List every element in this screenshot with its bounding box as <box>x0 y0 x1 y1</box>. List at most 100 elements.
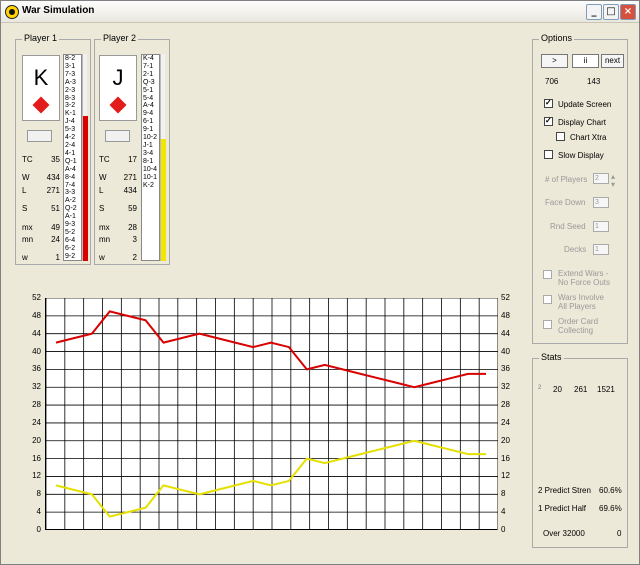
deck-card: 7-3 <box>65 70 76 78</box>
predict-stren-value: 60.6% <box>599 486 622 495</box>
deck-card: 2-3 <box>65 86 76 94</box>
player-1-s-value: 51 <box>51 204 60 213</box>
order-card-label-2: Collecting <box>558 326 594 335</box>
player-2-w-label: W <box>99 173 107 182</box>
player-1-l-label: L <box>22 186 27 195</box>
player-1-label: Player 1 <box>22 33 60 43</box>
predict-half-value: 69.6% <box>599 504 622 513</box>
rnd-seed-input[interactable]: 1 <box>593 221 609 232</box>
deck-card: K-4 <box>143 55 154 62</box>
radiation-icon <box>5 5 19 19</box>
slow-display-label: Slow Display <box>558 151 604 160</box>
update-screen-label: Update Screen <box>558 100 612 109</box>
right-y-tick-label: 0 <box>501 525 506 534</box>
player-2-w-small-value: 2 <box>132 253 137 262</box>
player-1-mn-value: 24 <box>51 235 60 244</box>
player-1-deck-list[interactable]: 8-2 3-1 7-3 A-3 2-3 8-3 3-2 K-1 J-4 5-3 4-2 2-4 4-1 Q… <box>63 54 82 261</box>
deck-card: 2-1 <box>143 70 154 78</box>
deck-card: 10-2 <box>143 134 158 142</box>
player-2-card-rank: J <box>112 65 124 90</box>
player-1-strength-bar <box>82 54 88 261</box>
players-label: # of Players <box>545 175 588 184</box>
next-button[interactable]: next <box>601 54 624 68</box>
player-1-card-rank: K <box>33 65 49 90</box>
wars-involve-label-2: All Players <box>558 302 596 311</box>
player-2-mx-value: 28 <box>128 223 137 232</box>
right-y-tick-label: 44 <box>501 328 510 338</box>
player-1-s-label: S <box>22 204 28 213</box>
player-1-l-value: 271 <box>46 186 60 195</box>
player-2-s-label: S <box>99 204 105 213</box>
options-group: Options > ii next 706 143 Update Screen … <box>532 33 628 344</box>
display-chart-checkbox[interactable] <box>544 116 553 126</box>
options-label: Options <box>539 33 575 43</box>
players-stepper-down-icon[interactable]: ▾ <box>611 180 615 189</box>
deck-card: 9-1 <box>143 126 154 134</box>
diamond-icon <box>32 96 50 114</box>
left-y-tick-label: 8 <box>36 489 41 499</box>
player-1-button[interactable] <box>27 130 52 142</box>
left-y-tick-label: 4 <box>36 507 41 517</box>
order-card-checkbox[interactable] <box>543 320 552 329</box>
player-2-button[interactable] <box>105 130 130 142</box>
extend-wars-checkbox[interactable] <box>543 270 552 279</box>
player-2-s-value: 59 <box>128 204 137 213</box>
predict-stren-label: 2 Predict Stren <box>538 486 591 495</box>
left-y-tick-label: 40 <box>32 346 41 356</box>
deck-card: 9-4 <box>143 110 154 118</box>
stats-row-value-3: 261 <box>574 385 588 394</box>
deck-card: 3-2 <box>65 102 76 110</box>
deck-card: A-3 <box>65 78 76 86</box>
deck-card: 6-4 <box>65 236 76 244</box>
close-button[interactable]: × <box>620 4 636 20</box>
left-y-tick-label: 28 <box>32 400 41 410</box>
player-2-strength-bar <box>160 54 166 261</box>
chart-xtra-checkbox[interactable] <box>556 132 565 141</box>
maximize-button[interactable]: □ <box>603 4 619 20</box>
deck-card: 4-2 <box>65 134 76 142</box>
player-2-l-label: L <box>99 186 104 195</box>
history-chart <box>45 297 499 531</box>
deck-card: A-4 <box>143 102 154 110</box>
rnd-seed-label: Rnd Seed <box>550 222 586 231</box>
play-button[interactable]: > <box>541 54 568 68</box>
deck-card: 6-2 <box>65 244 76 252</box>
over-label: Over 32000 <box>543 529 585 538</box>
extend-wars-label-1: Extend Wars - <box>558 269 609 278</box>
player-2-tc-label: TC <box>99 155 110 164</box>
stats-row-value-2: 20 <box>553 385 562 394</box>
diamond-icon <box>109 96 127 114</box>
stats-label: Stats <box>539 352 564 362</box>
stats-group: Stats 2 20 261 1521 2 Predict Stren 60.6… <box>532 352 628 548</box>
left-y-tick-label: 48 <box>32 310 41 320</box>
face-down-input[interactable]: 3 <box>593 197 609 208</box>
wars-involve-checkbox[interactable] <box>543 295 552 304</box>
player-2-series-line <box>55 439 486 518</box>
pause-button[interactable]: ii <box>572 54 599 68</box>
decks-input[interactable]: 1 <box>593 244 609 255</box>
left-y-tick-label: 12 <box>32 471 41 481</box>
title-bar[interactable]: War Simulation _ □ × <box>1 1 639 23</box>
left-y-tick-label: 32 <box>32 382 41 392</box>
deck-card: 2-4 <box>65 141 76 149</box>
deck-card: Q-1 <box>65 157 77 165</box>
left-y-tick-label: 16 <box>32 453 41 463</box>
deck-card: 3-1 <box>65 62 76 70</box>
player-2-deck-list[interactable]: K-4 7-1 2-1 Q-3 5-1 5-4 A-4 9-4 6-1 9-1 10-2 J-1 3-4… <box>141 54 160 261</box>
minimize-button[interactable]: _ <box>586 4 602 20</box>
left-y-tick-label: 36 <box>32 364 41 374</box>
players-input[interactable]: 2 <box>593 173 609 184</box>
deck-card: 7-1 <box>143 62 154 70</box>
player-1-card: K <box>22 55 60 121</box>
window-title: War Simulation <box>22 5 95 16</box>
right-y-tick-label: 20 <box>501 435 510 445</box>
over-value: 0 <box>617 529 622 538</box>
player-2-mx-label: mx <box>99 223 110 232</box>
player-1-group: Player 1 K TC 35 W 434 L 271 S 51 mx 49 mn 24 … <box>15 33 91 265</box>
right-y-tick-label: 36 <box>501 364 510 374</box>
slow-display-checkbox[interactable] <box>544 150 553 159</box>
deck-card: 7-4 <box>65 181 76 189</box>
stats-row-value-4: 1521 <box>597 385 615 394</box>
update-screen-checkbox[interactable] <box>544 98 553 108</box>
extend-wars-label-2: No Force Outs <box>558 278 611 287</box>
